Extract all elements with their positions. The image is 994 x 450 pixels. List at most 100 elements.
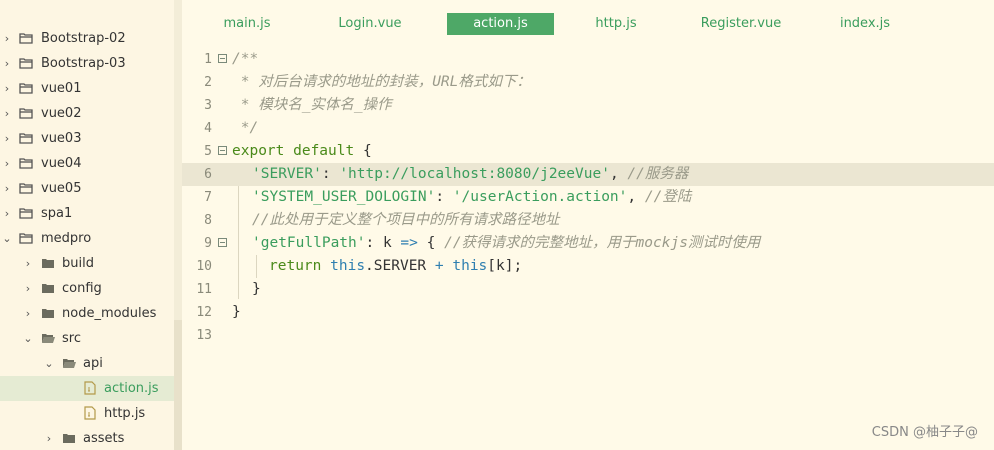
tab-action-js[interactable]: action.js: [447, 13, 554, 35]
chevron-right-icon[interactable]: ›: [2, 176, 12, 201]
sidebar-scrollbar[interactable]: [174, 0, 182, 450]
fold-toggle-icon[interactable]: [218, 238, 227, 247]
this-token: this: [452, 258, 488, 274]
tree-item-label: build: [62, 256, 94, 271]
tree-item-label: api: [83, 356, 103, 371]
code-text: */: [232, 117, 258, 140]
line-number: 2: [204, 75, 212, 90]
chevron-right-icon[interactable]: ›: [44, 426, 54, 450]
tree-item-build[interactable]: › build: [0, 251, 174, 276]
tree-item-label: http.js: [104, 406, 146, 421]
tree-item-api[interactable]: ⌄ api: [0, 351, 174, 376]
folder-open-icon: [42, 334, 55, 343]
code-line: 5 export default {: [182, 140, 994, 163]
chevron-right-icon[interactable]: ›: [2, 101, 12, 126]
chevron-right-icon[interactable]: ›: [2, 126, 12, 151]
file-js-icon: [84, 381, 96, 395]
tree-item-vue02[interactable]: › vue02: [0, 101, 174, 126]
code-editor[interactable]: main.js Login.vue action.js http.js Regi…: [182, 0, 994, 450]
comment-token: /**: [232, 51, 259, 67]
chevron-down-icon[interactable]: ⌄: [23, 326, 33, 351]
code-line: 8 //此处用于定义整个项目中的所有请求路径地址: [182, 209, 994, 232]
tree-item-http-js[interactable]: http.js: [0, 401, 174, 426]
folder-icon: [19, 58, 33, 69]
folder-icon: [63, 434, 75, 443]
tab-bar: main.js Login.vue action.js http.js Regi…: [182, 0, 994, 40]
folder-icon: [42, 309, 54, 318]
tab-http-js[interactable]: http.js: [586, 13, 646, 35]
tree-item-spa1[interactable]: › spa1: [0, 201, 174, 226]
comment-token: * 对后台请求的地址的封装，URL格式如下：: [232, 74, 531, 90]
comment-token: //服务器: [627, 166, 689, 182]
tab-index-js[interactable]: index.js: [832, 13, 898, 35]
line-number: 10: [196, 259, 212, 274]
punct-token: }: [232, 304, 241, 320]
chevron-down-icon[interactable]: ⌄: [44, 351, 54, 376]
tree-item-label: vue05: [41, 181, 82, 196]
tree-item-medpro[interactable]: ⌄ medpro: [0, 226, 174, 251]
string-token: 'getFullPath': [252, 235, 366, 251]
code-text: 'getFullPath': k => { //获得请求的完整地址，用于mock…: [252, 232, 760, 255]
tree-item-vue04[interactable]: › vue04: [0, 151, 174, 176]
code-line: 4 */: [182, 117, 994, 140]
folder-icon: [19, 108, 33, 119]
chevron-right-icon[interactable]: ›: [2, 26, 12, 51]
line-number: 12: [196, 305, 212, 320]
tree-item-bootstrap-02[interactable]: › Bootstrap-02: [0, 26, 174, 51]
punct-token: }: [252, 281, 261, 297]
tree-item-bootstrap-03[interactable]: › Bootstrap-03: [0, 51, 174, 76]
string-token: 'SERVER': [252, 166, 322, 182]
tree-item-action-js[interactable]: action.js: [0, 376, 174, 401]
punct-token: : k: [365, 235, 401, 251]
comment-token: //获得请求的完整地址，用于mockjs测试时使用: [444, 235, 761, 251]
scrollbar-thumb[interactable]: [174, 320, 182, 450]
line-number: 8: [204, 213, 212, 228]
folder-icon: [19, 133, 33, 144]
line-number: 7: [204, 190, 212, 205]
tree-item-src[interactable]: ⌄ src: [0, 326, 174, 351]
code-line: 11 }: [182, 278, 994, 301]
tree-item-label: vue01: [41, 81, 82, 96]
code-text: return this.SERVER + this[k];: [269, 255, 522, 278]
punct-token: .SERVER: [365, 258, 435, 274]
folder-icon: [42, 259, 54, 268]
tree-item-vue01[interactable]: › vue01: [0, 76, 174, 101]
string-token: '/userAction.action': [452, 189, 628, 205]
tab-register-vue[interactable]: Register.vue: [696, 13, 786, 35]
code-text: //此处用于定义整个项目中的所有请求路径地址: [252, 209, 559, 232]
tree-item-label: node_modules: [62, 306, 157, 321]
tree-item-label: action.js: [104, 381, 159, 396]
code-line-highlighted: 6 'SERVER': 'http://localhost:8080/j2eeV…: [182, 163, 994, 186]
tab-main-js[interactable]: main.js: [212, 13, 282, 35]
chevron-right-icon[interactable]: ›: [23, 301, 33, 326]
chevron-right-icon[interactable]: ›: [2, 76, 12, 101]
line-number: 9: [204, 236, 212, 251]
fold-toggle-icon[interactable]: [218, 146, 227, 155]
tree-item-label: medpro: [41, 231, 92, 246]
tree-item-config[interactable]: › config: [0, 276, 174, 301]
chevron-right-icon[interactable]: ›: [23, 276, 33, 301]
file-js-icon: [84, 406, 96, 420]
tree-item-vue05[interactable]: › vue05: [0, 176, 174, 201]
chevron-right-icon[interactable]: ›: [2, 201, 12, 226]
tree-item-vue03[interactable]: › vue03: [0, 126, 174, 151]
code-text: }: [252, 278, 261, 301]
fold-toggle-icon[interactable]: [218, 54, 227, 63]
this-token: this: [330, 258, 366, 274]
tree-item-assets[interactable]: › assets: [0, 426, 174, 450]
folder-icon: [19, 233, 33, 244]
code-text: 'SERVER': 'http://localhost:8080/j2eeVue…: [252, 163, 688, 186]
tab-login-vue[interactable]: Login.vue: [330, 13, 410, 35]
tree-item-label: vue04: [41, 156, 82, 171]
line-number: 13: [196, 328, 212, 343]
chevron-right-icon[interactable]: ›: [2, 151, 12, 176]
comment-token: //登陆: [644, 189, 692, 205]
code-text: 'SYSTEM_USER_DOLOGIN': '/userAction.acti…: [252, 186, 691, 209]
tree-item-node-modules[interactable]: › node_modules: [0, 301, 174, 326]
punct-token: [k];: [487, 258, 523, 274]
tree-item-label: vue02: [41, 106, 82, 121]
chevron-down-icon[interactable]: ⌄: [2, 226, 12, 251]
chevron-right-icon[interactable]: ›: [23, 251, 33, 276]
chevron-right-icon[interactable]: ›: [2, 51, 12, 76]
folder-icon: [19, 83, 33, 94]
